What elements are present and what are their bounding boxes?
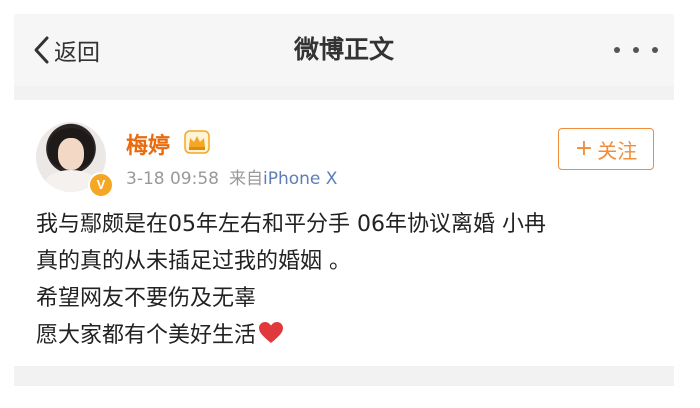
avatar-face [58,138,84,170]
crown-icon [184,130,210,154]
post-timestamp: 3-18 09:58 [126,169,219,189]
follow-button[interactable]: + 关注 [558,128,654,170]
post-line: 真的真的从未插足过我的婚姻 。 [36,249,351,274]
post-line: 我与鄢颇是在05年左右和平分手 06年协议离婚 小冉 [36,212,546,237]
more-dot [614,47,620,53]
post-text: 我与鄢颇是在05年左右和平分手 06年协议离婚 小冉 真的真的从未插足过我的婚姻… [36,206,656,354]
page-title: 微博正文 [293,35,394,64]
section-divider [14,366,674,386]
heart-icon [259,322,284,343]
next-section [14,386,674,408]
post-line-with-heart: 愿大家都有个美好生活 [36,317,656,354]
post-line: 愿大家都有个美好生活 [36,323,257,348]
weibo-post-screen: 返回 微博正文 V 梅婷 3-18 09:58 来自iPhone X + 关注 [0,0,700,408]
post-line: 希望网友不要伤及无辜 [36,286,257,311]
section-divider [14,86,674,100]
plus-icon: + [574,136,594,161]
post-source-prefix: 来自 [228,169,263,189]
follow-label: 关注 [597,138,638,163]
post-source-device[interactable]: iPhone X [263,169,337,189]
navigation-bar: 返回 微博正文 [14,14,674,86]
more-dot [652,47,658,53]
more-dots-icon[interactable] [614,40,658,60]
post-meta: 3-18 09:58 来自iPhone X [126,164,337,189]
verified-badge-icon: V [88,172,114,198]
username[interactable]: 梅婷 [126,128,170,160]
more-dot [633,47,639,53]
post-card: V 梅婷 3-18 09:58 来自iPhone X + 关注 我与鄢颇是在05年… [14,100,674,366]
